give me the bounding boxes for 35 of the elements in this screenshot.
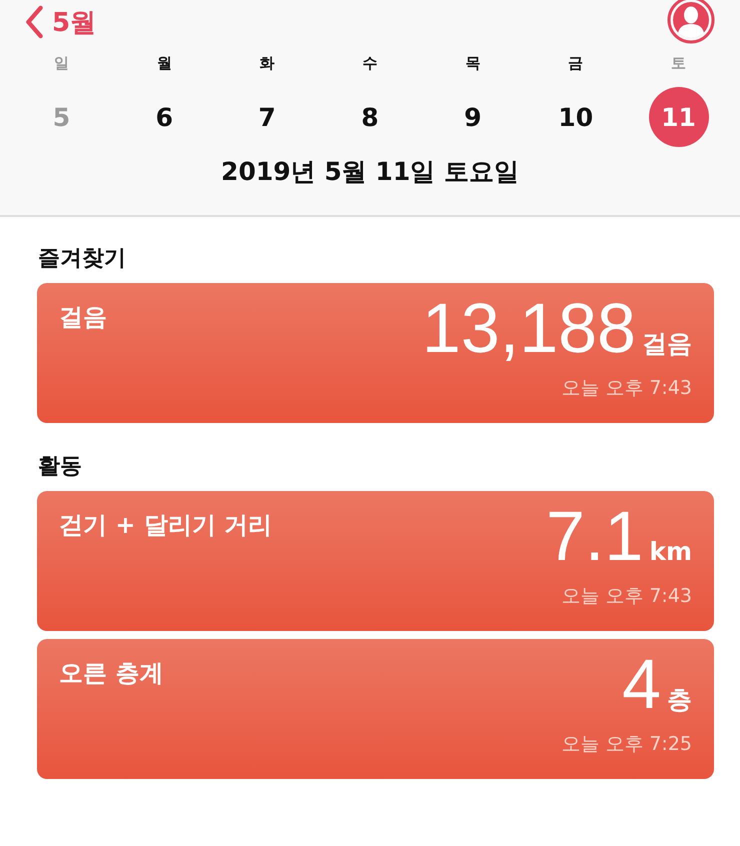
date-button[interactable]: 7 xyxy=(237,87,298,147)
weekday-label: 화 xyxy=(260,54,275,73)
profile-icon[interactable] xyxy=(666,0,716,45)
section-title: 즐겨찾기 xyxy=(38,245,127,273)
metric-card[interactable]: 걸음 13,188 걸음 오늘 오후 7:43 xyxy=(37,283,714,423)
date-button[interactable]: 8 xyxy=(340,87,400,147)
metric-label: 오른 층계 xyxy=(59,658,164,689)
weekday-label: 일 xyxy=(54,54,69,73)
metric-unit: 걸음 xyxy=(642,328,692,360)
metric-unit: 층 xyxy=(667,684,692,716)
date-button[interactable]: 10 xyxy=(546,87,606,147)
weekday-label: 월 xyxy=(156,54,172,73)
date-title: 2019년 5월 11일 토요일 xyxy=(220,156,520,188)
date-button[interactable]: 6 xyxy=(134,87,194,147)
timestamp: 오늘 오후 7:43 xyxy=(561,376,692,401)
date-button[interactable]: 11 xyxy=(648,87,709,147)
date-button[interactable]: 9 xyxy=(442,87,503,147)
timestamp: 오늘 오후 7:25 xyxy=(561,732,692,757)
metric-label: 걷기 + 달리기 거리 xyxy=(59,510,272,541)
metric-label: 걸음 xyxy=(59,302,107,333)
metric-unit: km xyxy=(649,537,692,566)
weekday-label: 수 xyxy=(362,54,378,73)
metric-card[interactable]: 오른 층계 4 층 오늘 오후 7:25 xyxy=(37,639,714,779)
metric-value: 13,188 xyxy=(422,293,636,363)
section-title: 활동 xyxy=(38,453,83,481)
metric-card[interactable]: 걷기 + 달리기 거리 7.1 km 오늘 오후 7:43 xyxy=(37,491,714,631)
metric-value: 7.1 xyxy=(546,501,644,571)
weekday-label: 금 xyxy=(568,54,584,73)
date-button[interactable]: 5 xyxy=(31,87,92,147)
back-button[interactable]: 5월 xyxy=(24,4,96,40)
back-chevron-icon xyxy=(24,5,44,39)
weekday-label: 토 xyxy=(671,54,686,73)
weekday-label: 목 xyxy=(465,54,480,73)
metric-value: 4 xyxy=(622,649,661,719)
timestamp: 오늘 오후 7:43 xyxy=(561,584,692,609)
